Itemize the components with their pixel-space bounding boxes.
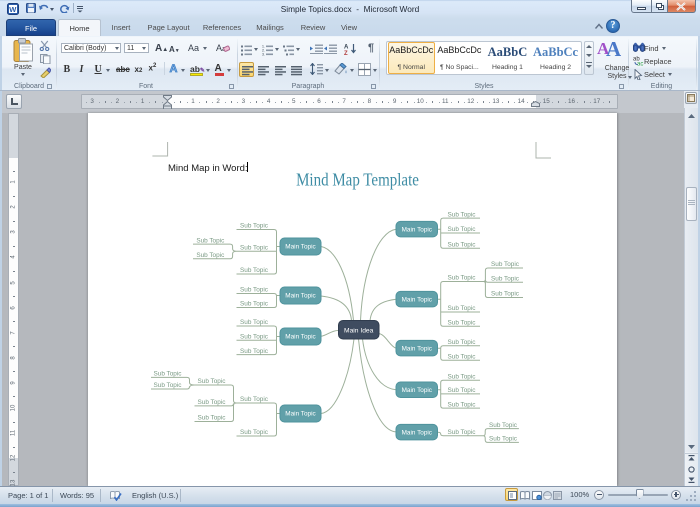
svg-text:Z: Z <box>344 51 348 55</box>
svg-text:ac: ac <box>637 62 643 67</box>
svg-text:3.: 3. <box>262 52 265 55</box>
svg-text:A: A <box>344 44 349 50</box>
svg-text:W: W <box>9 4 17 13</box>
